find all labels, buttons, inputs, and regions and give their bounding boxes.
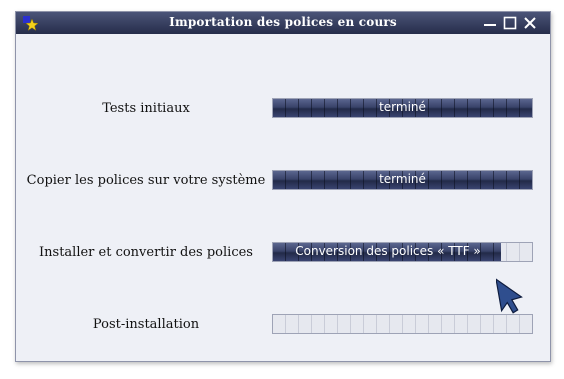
step-label-post-install: Post-installation xyxy=(92,317,200,332)
maximize-icon[interactable] xyxy=(502,15,518,31)
close-icon[interactable] xyxy=(522,15,538,31)
mouse-pointer-icon xyxy=(496,277,523,314)
window-title: Importation des polices en cours xyxy=(169,15,397,29)
progress-track xyxy=(273,315,532,333)
title-bar[interactable]: Importation des polices en cours xyxy=(16,12,550,34)
progress-status-text: terminé xyxy=(379,172,426,186)
minimize-icon[interactable] xyxy=(482,15,498,31)
progress-bar-copy-fonts: terminé xyxy=(272,170,533,190)
progress-bar-install-convert: Conversion des polices « TTF » xyxy=(272,242,533,262)
progress-status-text: terminé xyxy=(379,100,426,114)
progress-status-text: Conversion des polices « TTF » xyxy=(295,244,481,258)
step-label-copy-fonts: Copier les polices sur votre système xyxy=(26,173,266,188)
progress-bar-post-install xyxy=(272,314,533,334)
import-fonts-dialog: Importation des polices en cours Tests i… xyxy=(15,11,551,362)
progress-bar-initial-tests: terminé xyxy=(272,98,533,118)
step-label-install-convert: Installer et convertir des polices xyxy=(39,245,253,260)
step-label-initial-tests: Tests initiaux xyxy=(102,101,190,116)
